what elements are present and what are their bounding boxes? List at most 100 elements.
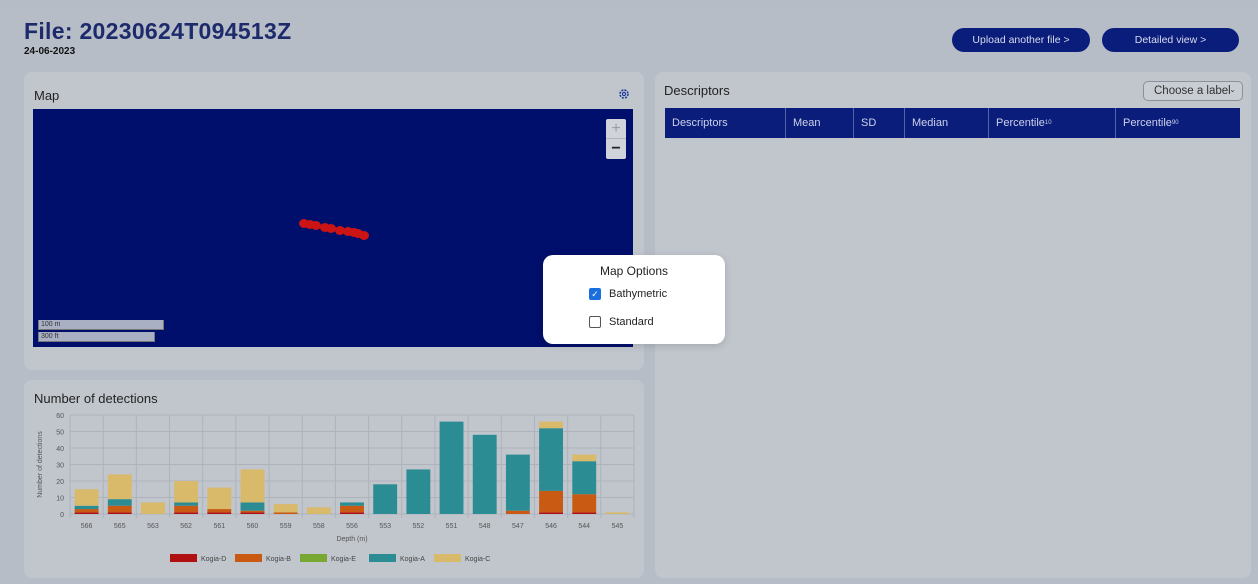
- x-tick-label: 562: [180, 523, 192, 530]
- x-tick-label: 563: [147, 523, 159, 530]
- bar-segment-kogia-c: [240, 469, 265, 503]
- bar-segment-kogia-a: [373, 484, 398, 514]
- y-tick-label: 60: [56, 413, 64, 420]
- bar-segment-kogia-d: [74, 512, 99, 514]
- descriptors-table-header: Descriptors Mean SD Median Percentile 10 …: [665, 108, 1240, 138]
- bar-segment-kogia-a: [472, 434, 497, 514]
- col-percentile-10-label: Percentile: [996, 117, 1045, 129]
- legend-label: Kogia-C: [465, 556, 490, 563]
- bar-segment-kogia-d: [174, 512, 199, 514]
- x-tick-label: 546: [545, 523, 557, 530]
- bar-segment-kogia-a: [74, 505, 99, 510]
- col-percentile-90-label: Percentile: [1123, 117, 1172, 129]
- col-descriptors: Descriptors: [665, 108, 786, 138]
- legend-swatch-kogia-c: [434, 554, 461, 562]
- zoom-in-button[interactable]: +: [606, 119, 626, 139]
- bar-segment-kogia-a: [174, 502, 199, 506]
- bar-segment-kogia-b: [174, 505, 199, 513]
- y-tick-label: 30: [56, 463, 64, 470]
- y-tick-label: 10: [56, 496, 64, 503]
- gear-icon[interactable]: [618, 88, 630, 100]
- detections-chart: 0 10 20 30 40 50 60 566 565 563 562 561 560 559 558 556…: [37, 413, 635, 563]
- legend-label: Kogia-A: [400, 556, 425, 563]
- upload-another-file-button[interactable]: Upload another file >: [952, 28, 1090, 52]
- col-percentile-10-sub: 10: [1044, 120, 1052, 126]
- detailed-view-button[interactable]: Detailed view >: [1102, 28, 1239, 52]
- x-axis-label: Depth (m): [336, 536, 367, 543]
- col-percentile-90: Percentile 90: [1116, 108, 1240, 138]
- standard-option[interactable]: Standard: [589, 316, 654, 328]
- bar-segment-kogia-c: [572, 454, 597, 462]
- bar-segment-kogia-c: [306, 507, 331, 514]
- bar-segment-kogia-d: [207, 512, 232, 514]
- x-tick-label: 558: [313, 523, 325, 530]
- bar-segment-kogia-c: [207, 487, 232, 510]
- bar-segment-kogia-b: [273, 512, 298, 514]
- bar-segment-kogia-c: [605, 512, 630, 514]
- y-axis-label: Number of detections: [37, 431, 44, 498]
- bar-segment-kogia-b: [340, 505, 364, 513]
- legend-label: Kogia-B: [266, 556, 291, 563]
- col-percentile-90-sub: 90: [1171, 120, 1179, 126]
- legend-swatch-kogia-d: [170, 554, 197, 562]
- y-tick-label: 40: [56, 446, 64, 453]
- x-tick-label: 556: [346, 523, 358, 530]
- x-tick-label: 551: [446, 523, 458, 530]
- bar-segment-kogia-d: [240, 512, 265, 514]
- x-tick-label: 545: [612, 523, 624, 530]
- bar-segment-kogia-b: [107, 505, 132, 513]
- legend-swatch-kogia-b: [235, 554, 262, 562]
- bar-segment-kogia-c: [273, 504, 298, 513]
- scale-bar-feet: 300 ft: [38, 332, 155, 342]
- page-title: File: 20230624T094513Z: [24, 18, 292, 44]
- x-tick-label: 560: [247, 523, 259, 530]
- bar-segment-kogia-a: [439, 421, 464, 514]
- col-sd: SD: [854, 108, 905, 138]
- label-select[interactable]: Choose a label ⌄: [1143, 81, 1243, 101]
- legend-label: Kogia-D: [201, 556, 226, 563]
- label-select-value: Choose a label: [1154, 85, 1231, 97]
- map-options-title: Map Options: [599, 264, 669, 278]
- col-mean: Mean: [786, 108, 854, 138]
- bar-segment-kogia-b: [539, 490, 564, 513]
- descriptors-title: Descriptors: [664, 83, 730, 98]
- bar-segment-kogia-c: [539, 421, 564, 429]
- x-tick-label: 561: [213, 523, 225, 530]
- bar-segment-kogia-c: [74, 489, 99, 506]
- bar-segment-kogia-b: [207, 509, 232, 513]
- standard-checkbox[interactable]: [589, 316, 601, 328]
- bathymetric-option[interactable]: ✓ Bathymetric: [589, 288, 667, 300]
- col-median: Median: [905, 108, 989, 138]
- bar-segment-kogia-a: [340, 502, 364, 506]
- map-options-popup: Map Options ✓ Bathymetric Standard: [543, 255, 725, 344]
- bar-segment-kogia-c: [107, 474, 132, 500]
- zoom-out-button[interactable]: −: [606, 139, 626, 159]
- x-tick-label: 565: [114, 523, 126, 530]
- detections-panel: Number of detections 0 10 20 30 40 50 60 566 565…: [24, 380, 644, 578]
- bar-segment-kogia-a: [406, 469, 431, 514]
- track-point: [359, 231, 369, 240]
- descriptors-panel: Descriptors Choose a label ⌄ Descriptors…: [655, 72, 1251, 578]
- bar-segment-kogia-d: [539, 512, 564, 514]
- x-tick-label: 553: [379, 523, 391, 530]
- bathymetric-checkbox[interactable]: ✓: [589, 288, 601, 300]
- bar-segment-kogia-d: [107, 512, 132, 514]
- x-tick-label: 544: [578, 523, 590, 530]
- legend-label: Kogia-E: [331, 556, 356, 563]
- scale-bar-meters: 100 m: [38, 320, 164, 330]
- bar-segment-kogia-a: [107, 499, 132, 506]
- legend-swatch-kogia-e: [300, 554, 327, 562]
- y-tick-label: 20: [56, 479, 64, 486]
- bar-segment-kogia-c: [140, 502, 165, 514]
- zoom-control: + −: [606, 119, 626, 159]
- chevron-down-icon: ⌄: [1229, 85, 1236, 94]
- y-tick-label: 0: [60, 512, 64, 519]
- x-tick-label: 547: [512, 523, 524, 530]
- x-tick-label: 566: [81, 523, 93, 530]
- col-percentile-10: Percentile 10: [989, 108, 1116, 138]
- bar-segment-kogia-d: [340, 512, 364, 514]
- bar-segment-kogia-c: [174, 481, 199, 503]
- bar-segment-kogia-a: [505, 454, 530, 511]
- legend-swatch-kogia-a: [369, 554, 396, 562]
- map-title: Map: [34, 88, 60, 103]
